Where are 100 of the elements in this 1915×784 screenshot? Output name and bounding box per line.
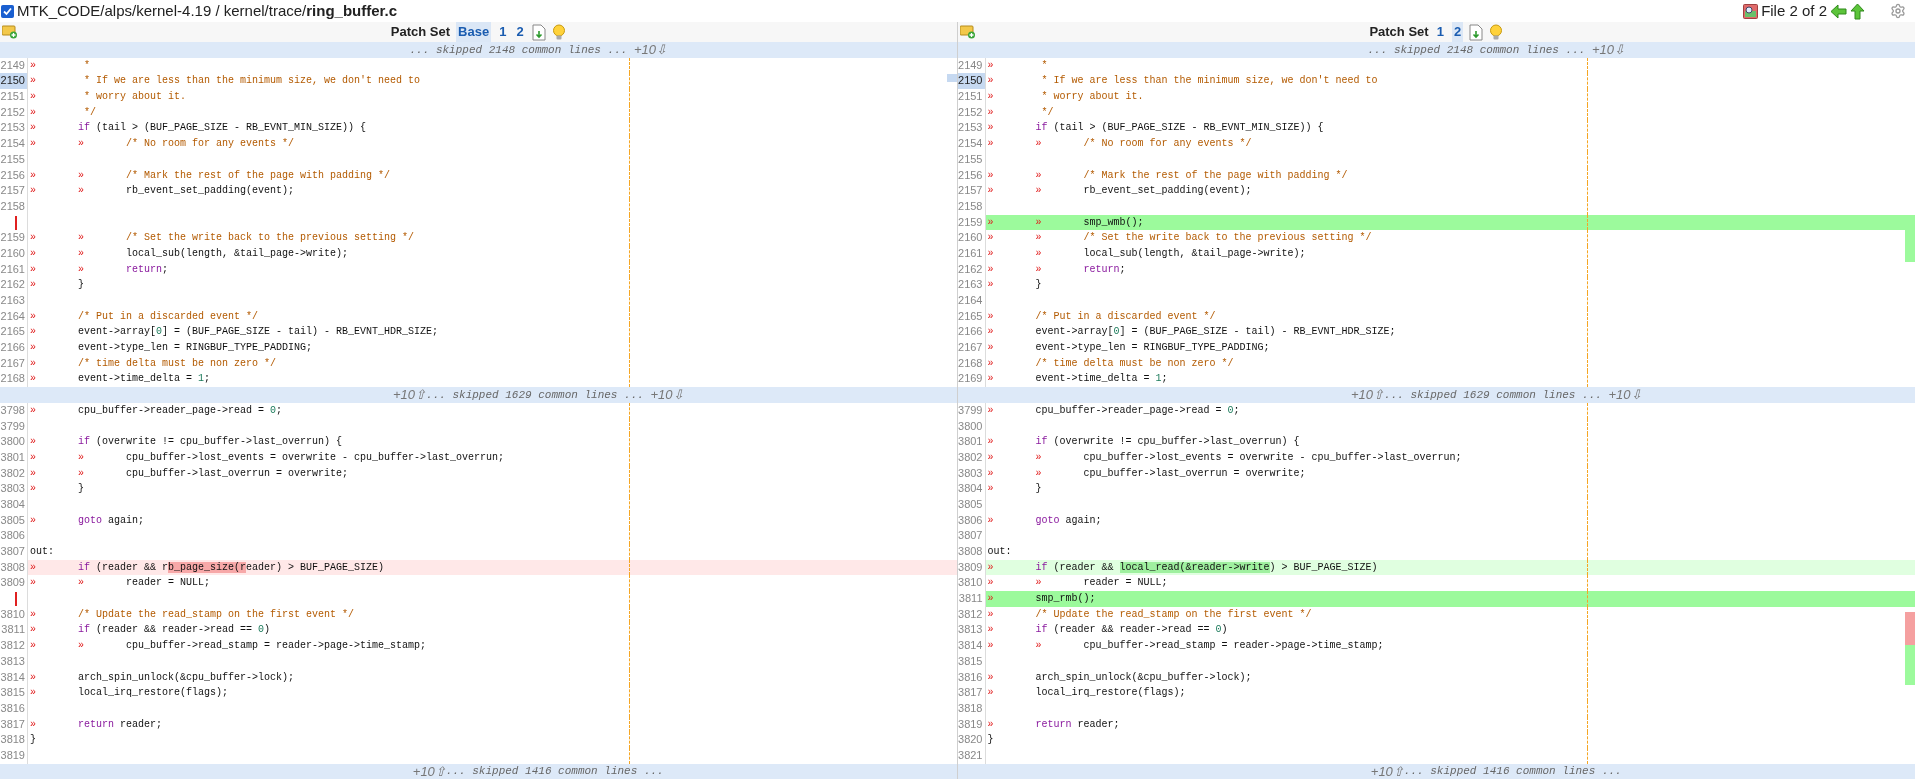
document-icon[interactable]	[1743, 3, 1759, 19]
expand-down-link[interactable]: +10⇩	[650, 385, 684, 405]
lightbulb-icon[interactable]	[1489, 23, 1504, 41]
code-line: » if (reader && rb_page_size(reader) > BUF_PAGE_SIZE)	[30, 560, 385, 575]
code-line: » if (overwrite != cpu_buffer->last_overrun) {	[987, 435, 1300, 450]
skipped-lines-text: ... skipped 1416 common lines ...	[445, 764, 664, 780]
line-number[interactable]: 3804	[957, 481, 986, 497]
checkbox[interactable]	[1, 4, 14, 18]
line-number[interactable]: 2157	[0, 183, 28, 199]
line-number[interactable]: 3800	[0, 434, 28, 450]
expand-down-link[interactable]: +10⇩	[633, 40, 667, 60]
line-number[interactable]: 2150	[957, 73, 986, 90]
patch-set-link[interactable]: 2	[1451, 22, 1464, 42]
line-number[interactable]: 2157	[957, 183, 986, 199]
note-plus-icon[interactable]	[2, 25, 18, 39]
line-number[interactable]: 2159	[0, 230, 28, 246]
patch-set-link[interactable]: 2	[514, 22, 526, 42]
line-number[interactable]: 2165	[0, 324, 28, 341]
line-number[interactable]: 3809	[0, 575, 28, 592]
line-number[interactable]: 3818	[0, 732, 28, 748]
code-line: » » cpu_buffer->lost_events = overwrite - cpu_buffer->last_overrun;	[30, 450, 505, 465]
code-line: » event->type_len = RINGBUF_TYPE_PADDING;	[30, 341, 313, 356]
line-number[interactable]: 2153	[957, 120, 986, 137]
line-number[interactable]: 3817	[957, 685, 986, 701]
expand-up-link[interactable]: +10⇧	[1350, 385, 1385, 405]
line-number[interactable]: 2166	[0, 340, 28, 356]
line-number[interactable]: 3812	[0, 638, 28, 654]
patch-set-label: Patch Set	[390, 23, 451, 42]
code-line: » if (reader && reader->read == 0)	[30, 623, 271, 638]
left-arrow-icon[interactable]	[1830, 3, 1847, 19]
code-line: » » smp_wmb();	[987, 215, 1144, 230]
code-line: » » cpu_buffer->last_overrun = overwrite;	[30, 466, 349, 481]
change-marker	[15, 592, 17, 607]
code-line: » event->array[0] = (BUF_PAGE_SIZE - tail) - RB_EVNT_HDR_SIZE;	[987, 325, 1396, 340]
line-number[interactable]: 2153	[0, 120, 28, 137]
code-line: » */	[987, 105, 1054, 120]
expand-up-link[interactable]: +10⇧	[392, 385, 427, 405]
page-arrow-icon[interactable]	[1469, 23, 1484, 41]
line-number[interactable]: 3811	[957, 591, 986, 607]
code-line: » * worry about it.	[987, 90, 1144, 105]
line-number[interactable]: 3807	[957, 528, 986, 544]
line-number[interactable]: 2150	[0, 73, 28, 90]
line-number[interactable]: 2160	[957, 230, 986, 246]
expand-down-link[interactable]: +10⇩	[1608, 385, 1642, 405]
code-line: » » local_sub(length, &tail_page->write);	[987, 246, 1306, 261]
patch-set-label: Patch Set	[1369, 23, 1429, 42]
line-number[interactable]: 2166	[957, 324, 986, 341]
line-number[interactable]: 2154	[0, 136, 28, 152]
line-number[interactable]: 3801	[957, 434, 986, 450]
code-line: » » /* No room for any events */	[30, 137, 295, 152]
line-number[interactable]: 3806	[0, 528, 28, 544]
line-number[interactable]: 3815	[0, 685, 28, 701]
line-number[interactable]: 3820	[957, 732, 986, 748]
overview-mark	[1905, 612, 1915, 645]
code-line: » local_irq_restore(flags);	[30, 686, 229, 701]
line-number[interactable]: 2154	[957, 136, 986, 152]
code-line: » arch_spin_unlock(&cpu_buffer->lock);	[987, 670, 1252, 685]
line-number[interactable]: 2164	[957, 293, 986, 309]
line-number[interactable]: 2163	[957, 277, 986, 293]
line-number[interactable]: 2162	[0, 277, 28, 293]
line-number[interactable]: 2169	[957, 371, 986, 388]
code-line: » cpu_buffer->reader_page->read = 0;	[987, 403, 1240, 418]
settings-icon[interactable]	[1890, 3, 1906, 19]
line-number[interactable]: 3808	[957, 544, 986, 560]
line-number[interactable]: 2163	[0, 293, 28, 309]
expand-up-link[interactable]: +10⇧	[412, 761, 446, 782]
skipped-lines-text: ... skipped 2148 common lines ...	[1367, 42, 1587, 58]
page-arrow-icon[interactable]	[531, 23, 546, 41]
code-line: » /* Update the read_stamp on the first event */	[30, 607, 355, 622]
code-line: » » rb_event_set_padding(event);	[30, 184, 295, 199]
line-number[interactable]: 3814	[957, 638, 986, 654]
code-line: » if (reader && local_read(&reader->write) > BUF_PAGE_SIZE)	[987, 560, 1378, 575]
patch-set-link[interactable]: 1	[1434, 22, 1446, 42]
lightbulb-icon[interactable]	[551, 23, 566, 41]
line-number[interactable]: 2167	[957, 340, 986, 356]
patch-set-link[interactable]: 1	[497, 22, 509, 42]
file-name: ring_buffer.c	[306, 0, 398, 21]
note-plus-icon[interactable]	[959, 25, 976, 39]
up-arrow-icon[interactable]	[1850, 2, 1865, 20]
expand-up-link[interactable]: +10⇧	[1370, 761, 1404, 782]
overview-mark	[946, 74, 957, 82]
code-line: » */	[30, 105, 97, 120]
code-line: » » /* Mark the rest of the page with padding */	[987, 168, 1348, 183]
code-line: » if (tail > (BUF_PAGE_SIZE - RB_EVNT_MIN_SIZE)) {	[987, 121, 1324, 136]
code-line: » /* time delta must be non zero */	[30, 356, 277, 371]
code-line: » » local_sub(length, &tail_page->write);	[30, 246, 349, 261]
line-number[interactable]: 2168	[0, 371, 28, 388]
line-number[interactable]: 3803	[0, 481, 28, 497]
line-number[interactable]: 2151	[957, 89, 986, 105]
file-path: MTK_CODE/alps/kernel-4.19 / kernel/trace/	[17, 0, 307, 21]
code-line: » » reader = NULL;	[987, 576, 1168, 591]
line-number[interactable]: 3811	[0, 622, 28, 639]
expand-down-link[interactable]: +10⇩	[1591, 40, 1625, 60]
line-number[interactable]: 3807	[0, 544, 28, 560]
line-number[interactable]: 3810	[957, 575, 986, 592]
code-line: » * worry about it.	[30, 90, 187, 105]
line-number[interactable]: 2151	[0, 89, 28, 105]
line-number[interactable]: 3813	[957, 622, 986, 639]
patch-set-link[interactable]: Base	[456, 22, 492, 42]
code-line: » » /* No room for any events */	[987, 137, 1252, 152]
